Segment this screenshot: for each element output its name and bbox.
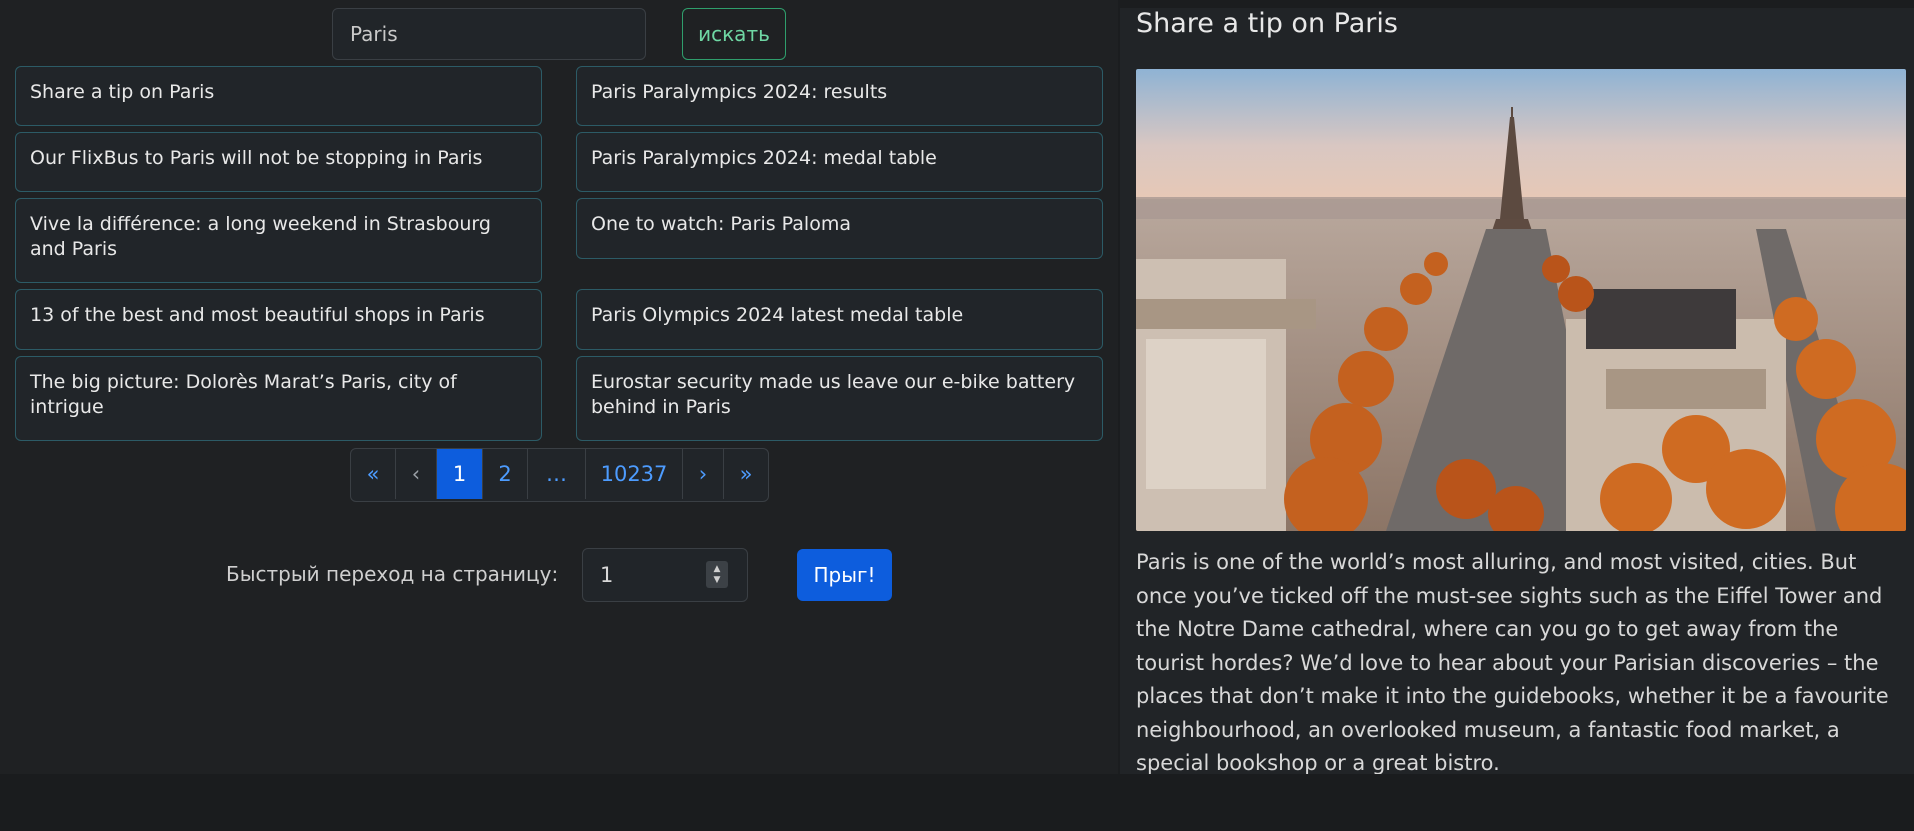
result-card[interactable]: Our FlixBus to Paris will not be stoppin… (15, 132, 542, 192)
paris-eiffel-tower-image (1136, 69, 1906, 531)
page-number-last[interactable]: 10237 (586, 449, 683, 499)
result-card[interactable]: 13 of the best and most beautiful shops … (15, 289, 542, 350)
search-results-panel: искать Share a tip on Paris Paris Paraly… (0, 0, 1118, 774)
quick-jump-label: Быстрый переход на страницу: (226, 562, 559, 586)
search-button[interactable]: искать (682, 8, 786, 60)
page-last-button[interactable]: » (724, 449, 768, 499)
article-body: Paris is one of the world’s most allurin… (1136, 550, 1889, 775)
result-card[interactable]: Share a tip on Paris (15, 66, 542, 126)
number-stepper-icon[interactable]: ▲ ▼ (706, 561, 728, 588)
result-card[interactable]: One to watch: Paris Paloma (576, 198, 1103, 259)
search-input[interactable] (332, 8, 646, 60)
article-title: Share a tip on Paris (1136, 8, 1398, 39)
pagination: « ‹ 1 2 … 10237 › » (350, 448, 769, 502)
result-card[interactable]: Vive la différence: a long weekend in St… (15, 198, 542, 283)
app-root: искать Share a tip on Paris Paris Paraly… (0, 0, 1914, 831)
result-card[interactable]: Paris Paralympics 2024: results (576, 66, 1103, 126)
search-bar: искать (0, 0, 1118, 62)
page-number-1[interactable]: 1 (437, 449, 483, 499)
page-next-button[interactable]: › (683, 449, 724, 499)
result-card[interactable]: Eurostar security made us leave our e-bi… (576, 356, 1103, 441)
page-ellipsis[interactable]: … (528, 449, 586, 499)
page-footer-band (0, 774, 1914, 831)
quick-jump: Быстрый переход на страницу: ▲▼ Прыг! (0, 548, 1118, 604)
result-card[interactable]: Paris Olympics 2024 latest medal table (576, 289, 1103, 350)
jump-button[interactable]: Прыг! (797, 549, 892, 601)
page-first-button[interactable]: « (351, 449, 396, 499)
result-card[interactable]: The big picture: Dolorès Marat’s Paris, … (15, 356, 542, 441)
page-number-2[interactable]: 2 (483, 449, 528, 499)
result-card[interactable]: Paris Paralympics 2024: medal table (576, 132, 1103, 192)
article-preview-panel: Share a tip on Paris Paris is one of the… (1120, 8, 1914, 775)
page-prev-button[interactable]: ‹ (396, 449, 437, 499)
